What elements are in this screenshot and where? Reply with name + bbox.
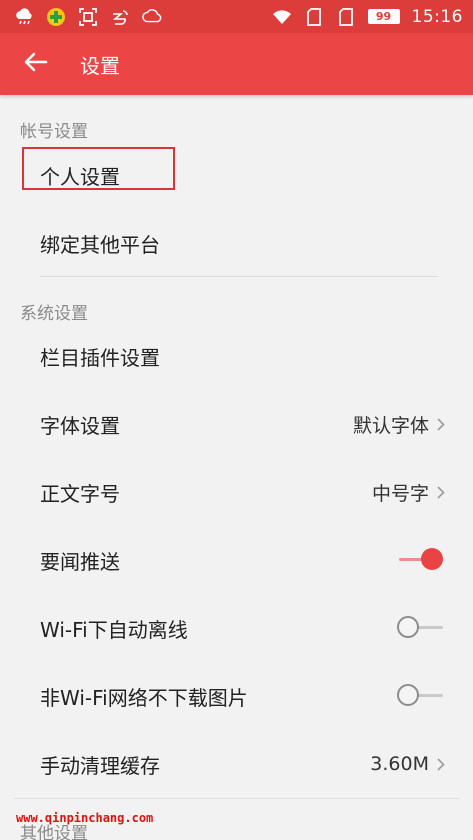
setting-font-label: 字体设置: [40, 413, 120, 438]
section-header-account: 帐号设置: [20, 122, 88, 142]
status-bar-system: 99 15:16: [272, 7, 464, 27]
wifi-icon: [272, 7, 292, 27]
setting-column-plugins[interactable]: 栏目插件设置: [0, 322, 473, 390]
setting-clear-cache[interactable]: 手动清理缓存 3.60M: [0, 730, 473, 798]
setting-news-push-label: 要闻推送: [40, 549, 120, 574]
setting-no-image-non-wifi-label: 非Wi-Fi网络不下载图片: [40, 685, 248, 710]
chat-bubble-icon: [142, 7, 162, 27]
status-time: 15:16: [411, 6, 463, 27]
setting-text-size[interactable]: 正文字号 中号字: [0, 458, 473, 526]
status-bar: 99 15:16: [0, 0, 473, 33]
cloud-rain-icon: [14, 7, 34, 27]
chevron-right-icon: [437, 757, 447, 771]
setting-column-plugins-label: 栏目插件设置: [40, 345, 160, 370]
setting-font[interactable]: 字体设置 默认字体: [0, 390, 473, 458]
setting-clear-cache-value: 3.60M: [370, 753, 429, 775]
shield-plus-icon: [46, 7, 66, 27]
toggle-knob: [397, 616, 419, 638]
divider: [14, 798, 460, 799]
settings-list[interactable]: 帐号设置 个人设置 绑定其他平台 系统设置 栏目插件设置 字体设置 默认字体 正…: [0, 95, 473, 840]
back-button[interactable]: [0, 33, 72, 95]
wifi-offline-toggle[interactable]: [395, 614, 447, 642]
chevron-right-icon: [437, 417, 447, 431]
highlight-box: [22, 147, 175, 190]
battery-level: 99: [367, 9, 400, 24]
weibo-icon: [110, 7, 130, 27]
setting-wifi-offline[interactable]: Wi-Fi下自动离线: [0, 594, 473, 662]
setting-text-size-value: 中号字: [371, 482, 429, 505]
page-title: 设置: [80, 53, 120, 78]
chevron-right-icon: [437, 485, 447, 499]
setting-font-value: 默认字体: [352, 414, 429, 437]
scan-icon: [78, 7, 98, 27]
setting-news-push[interactable]: 要闻推送: [0, 526, 473, 594]
arrow-left-icon: [24, 52, 48, 76]
toggle-knob: [397, 684, 419, 706]
setting-no-image-non-wifi[interactable]: 非Wi-Fi网络不下载图片: [0, 662, 473, 730]
news-push-toggle[interactable]: [395, 546, 447, 574]
setting-wifi-offline-label: Wi-Fi下自动离线: [40, 617, 188, 642]
status-bar-notifications: [14, 7, 162, 27]
setting-bind-platforms[interactable]: 绑定其他平台: [0, 209, 473, 277]
setting-text-size-label: 正文字号: [40, 481, 120, 506]
sim-card-icon: [304, 7, 324, 27]
app-bar: 设置: [0, 33, 473, 95]
divider: [40, 276, 438, 277]
setting-clear-cache-label: 手动清理缓存: [40, 753, 160, 778]
watermark-text: www.qinpinchang.com: [16, 811, 154, 825]
sim-card-2-icon: [336, 7, 356, 27]
toggle-knob: [421, 548, 443, 570]
section-header-system: 系统设置: [20, 304, 88, 324]
setting-bind-platforms-label: 绑定其他平台: [40, 232, 160, 257]
no-image-non-wifi-toggle[interactable]: [395, 682, 447, 710]
